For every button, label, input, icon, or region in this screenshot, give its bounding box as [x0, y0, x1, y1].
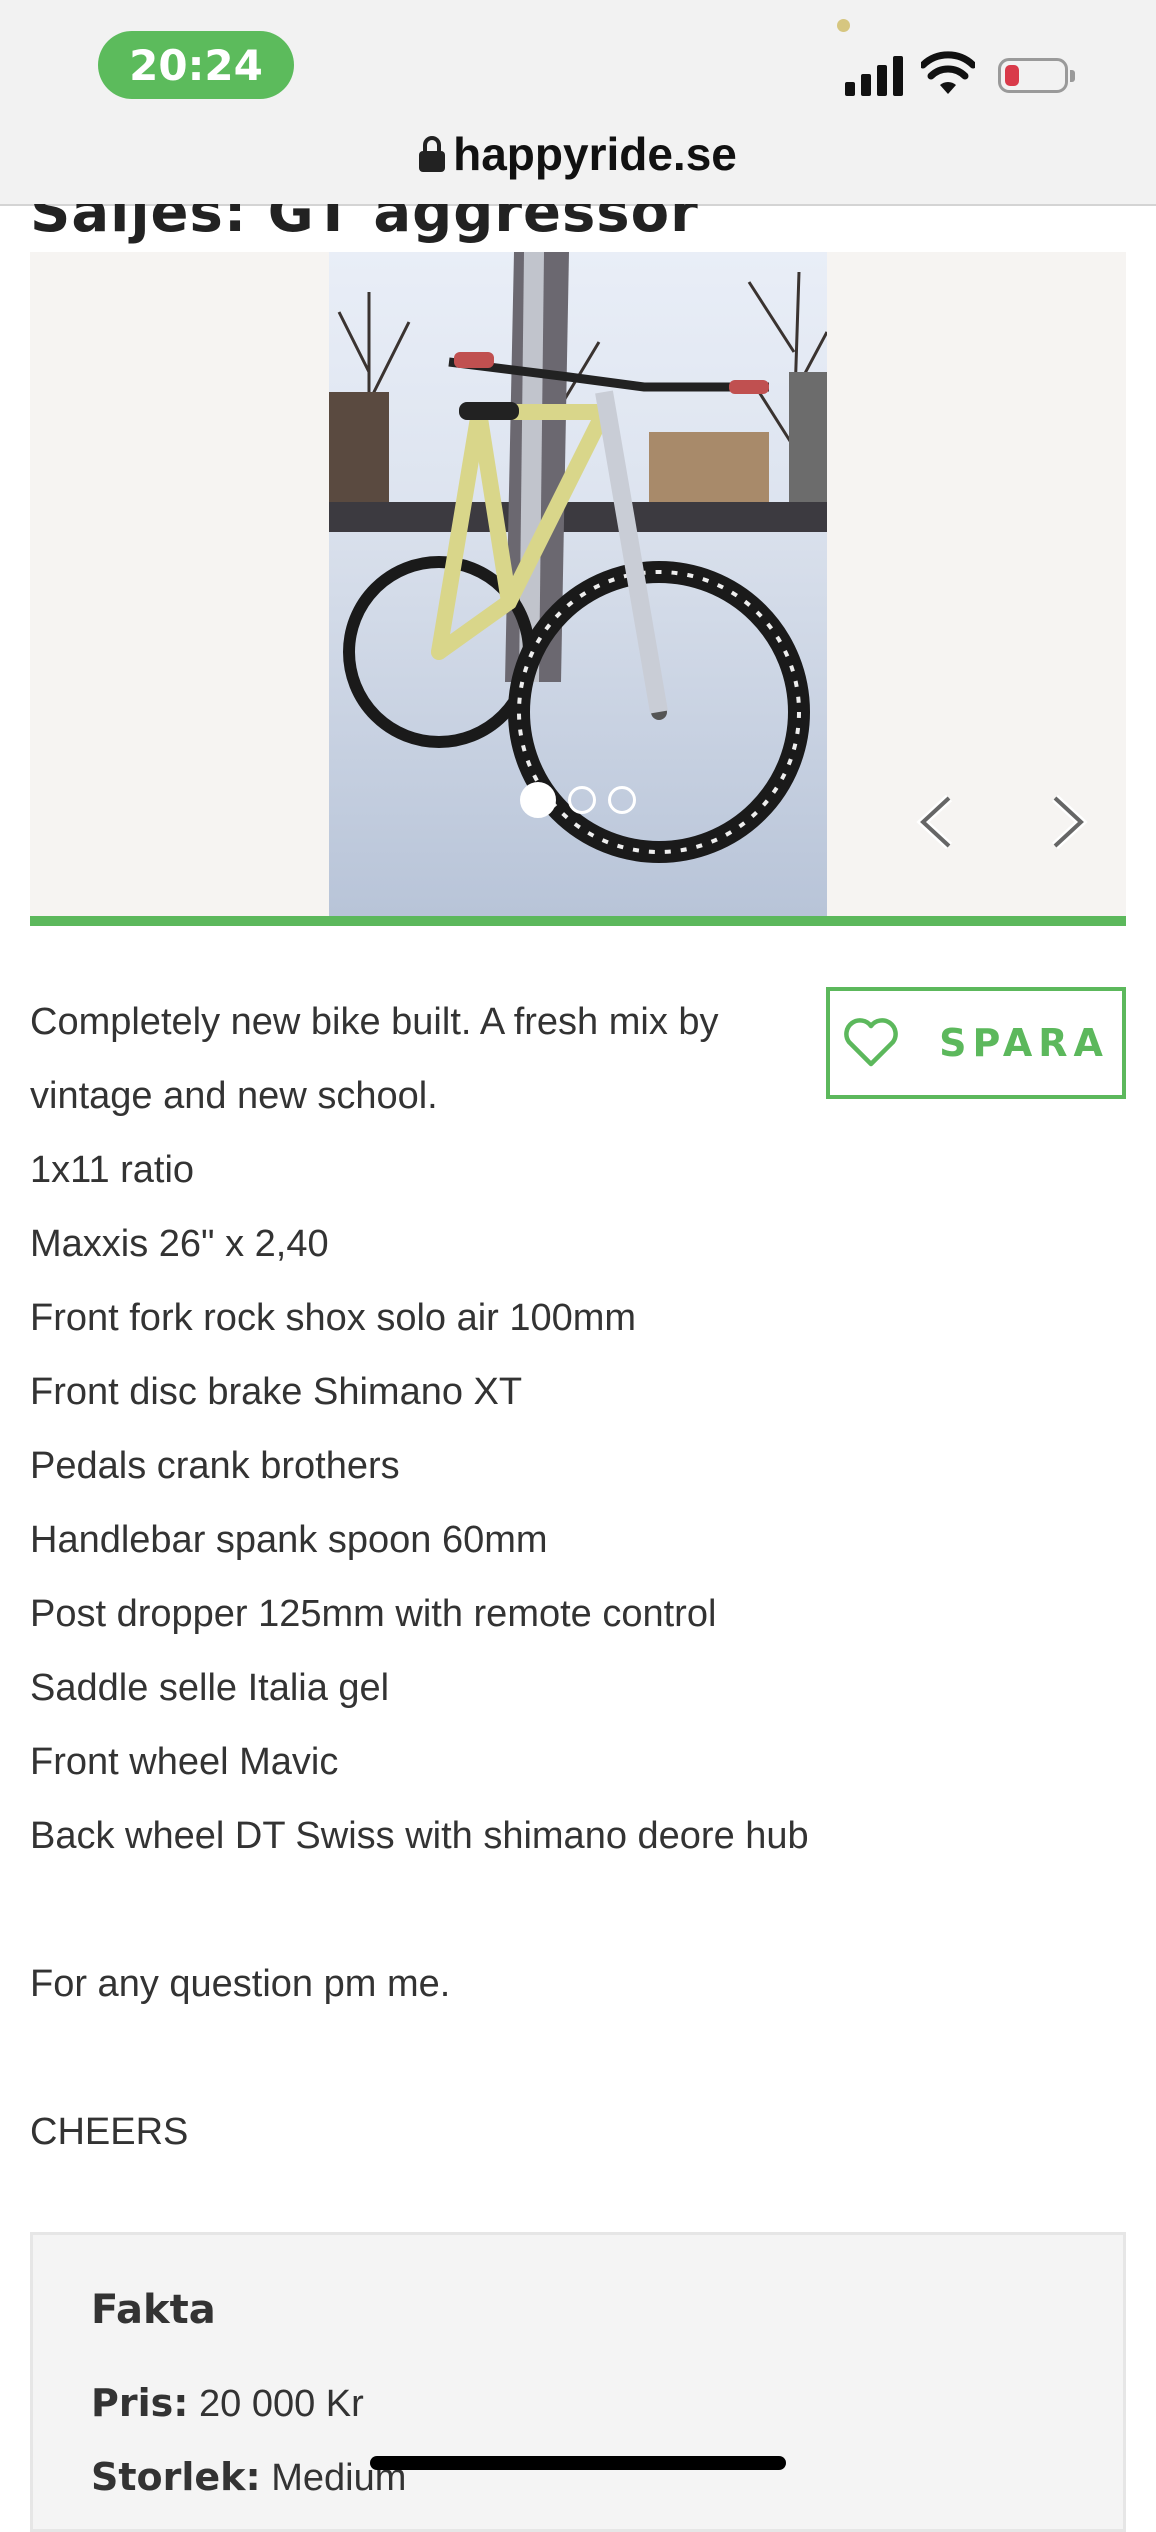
spec-line: Front wheel Mavic: [30, 1741, 339, 1783]
spec-line: Handlebar spank spoon 60mm: [30, 1519, 548, 1561]
image-carousel[interactable]: [30, 252, 1126, 916]
chevron-left-icon: [916, 794, 953, 850]
spec-line: 1x11 ratio: [30, 1149, 195, 1191]
description-question: For any question pm me.: [30, 1963, 451, 2005]
spec-list: 1x11 ratio Maxxis 26" x 2,40 Front fork ro…: [30, 1133, 1120, 1873]
listing-description: Completely new bike built. A fresh mix b…: [30, 985, 1120, 2169]
carousel-progress-bar: [30, 916, 1126, 926]
spec-line: Pedals crank brothers: [30, 1445, 400, 1487]
spec-line: Saddle selle Italia gel: [30, 1667, 390, 1709]
address-bar[interactable]: happyride.se: [0, 126, 1156, 182]
fact-size-label: Storlek:: [91, 2455, 261, 2499]
browser-top-bar: 20:24 happyride.se: [0, 0, 1156, 206]
facts-heading: Fakta: [91, 2287, 216, 2333]
fact-price-label: Pris:: [91, 2381, 189, 2425]
carousel-dot-3[interactable]: [608, 786, 636, 814]
spec-line: Front fork rock shox solo air 100mm: [30, 1297, 637, 1339]
cellular-signal-icon: [845, 54, 903, 96]
url-text: happyride.se: [453, 128, 737, 180]
spec-line: Front disc brake Shimano XT: [30, 1371, 523, 1413]
camera-indicator-icon: [837, 19, 850, 32]
fact-price-value: 20 000 Kr: [199, 2383, 364, 2425]
spec-line: Maxxis 26" x 2,40: [30, 1223, 329, 1265]
battery-icon: [998, 58, 1075, 93]
spec-line: Back wheel DT Swiss with shimano deore h…: [30, 1815, 809, 1857]
carousel-dot-1[interactable]: [520, 782, 556, 818]
home-indicator[interactable]: [370, 2456, 786, 2470]
fact-price: Pris: 20 000 Kr: [91, 2381, 364, 2426]
fact-size: Storlek: Medium: [91, 2455, 406, 2500]
carousel-next-button[interactable]: [1035, 792, 1095, 852]
description-intro: Completely new bike built. A fresh mix b…: [30, 1001, 719, 1117]
wifi-icon: [921, 51, 975, 94]
spec-line: Post dropper 125mm with remote control: [30, 1593, 717, 1635]
carousel-prev-button[interactable]: [909, 792, 969, 852]
facts-box: Fakta Pris: 20 000 Kr Storlek: Medium: [30, 2232, 1126, 2532]
description-closing: CHEERS: [30, 2111, 189, 2153]
chevron-right-icon: [1051, 794, 1088, 850]
carousel-dot-2[interactable]: [568, 786, 596, 814]
lock-icon: [419, 136, 446, 172]
status-time: 20:24: [98, 31, 294, 99]
